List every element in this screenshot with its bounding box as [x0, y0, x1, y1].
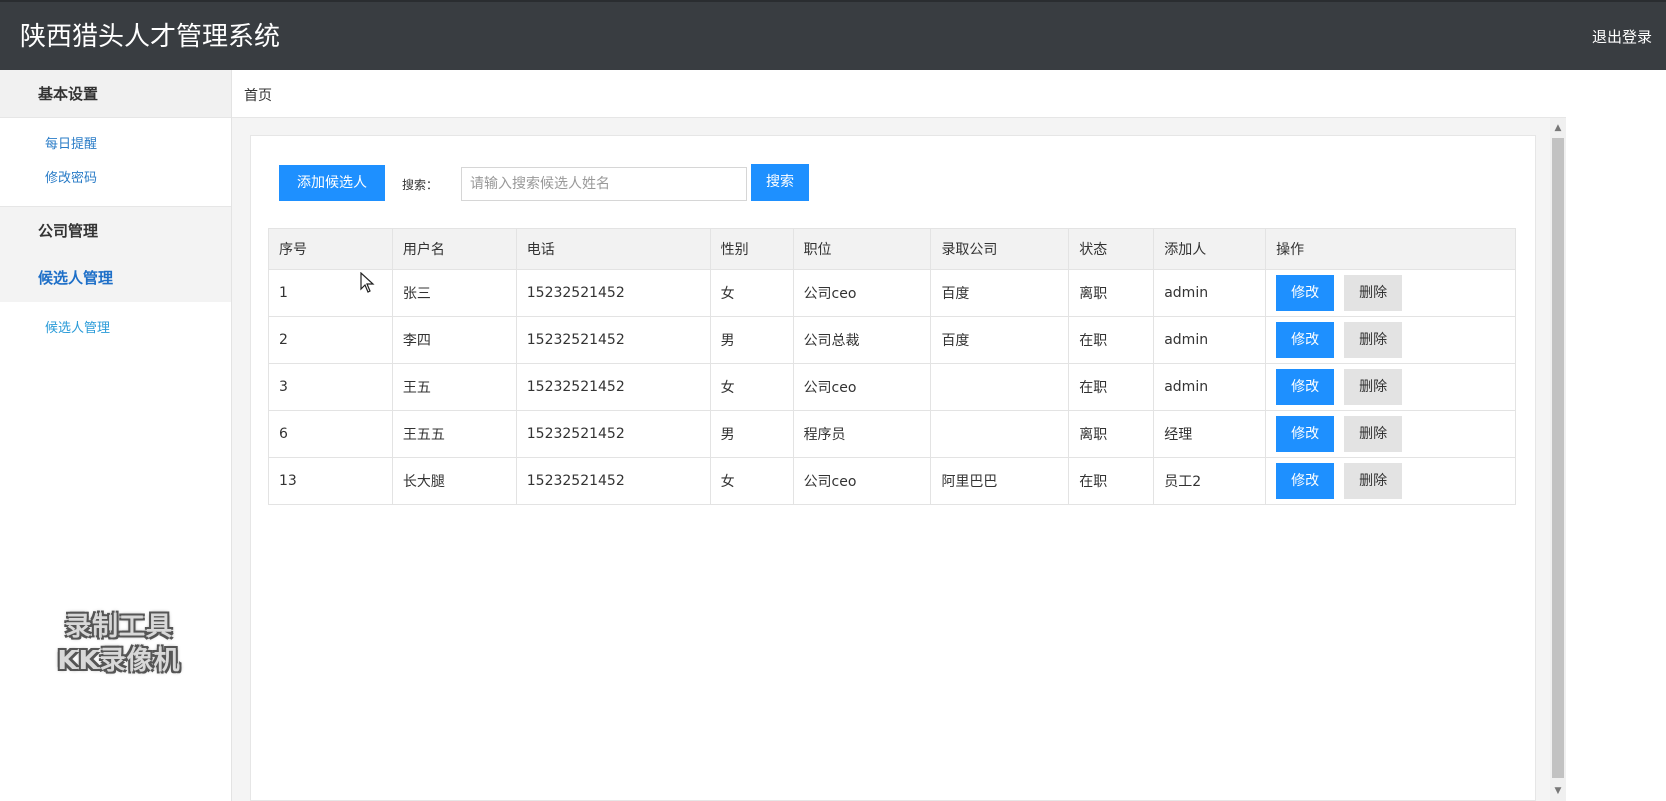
col-header-status: 状态 [1068, 228, 1155, 270]
cell-id: 6 [268, 410, 393, 458]
cell-status: 在职 [1068, 316, 1155, 364]
cell-gender: 男 [709, 410, 794, 458]
cell-username: 长大腿 [391, 457, 517, 505]
cell-actions: 修改 删除 [1265, 410, 1516, 458]
col-header-company: 录取公司 [930, 228, 1070, 270]
top-header: 陕西猎头人才管理系统 退出登录 [0, 0, 1666, 70]
cell-status: 离职 [1068, 269, 1155, 317]
sidebar-item-change-password[interactable]: 修改密码 [0, 162, 231, 196]
cell-creator: 经理 [1153, 410, 1267, 458]
cell-company: 百度 [930, 269, 1070, 317]
cell-actions: 修改 删除 [1265, 316, 1516, 364]
cell-id: 13 [268, 457, 393, 505]
delete-button[interactable]: 删除 [1344, 463, 1403, 499]
logout-link[interactable]: 退出登录 [1592, 28, 1652, 46]
cell-username: 李四 [391, 316, 517, 364]
col-header-position: 职位 [792, 228, 932, 270]
cell-position: 程序员 [792, 410, 932, 458]
sidebar-group-basic[interactable]: 基本设置 [0, 70, 231, 118]
edit-button[interactable]: 修改 [1276, 369, 1335, 405]
sidebar-candidate-items: 候选人管理 [0, 302, 231, 356]
cell-actions: 修改 删除 [1265, 363, 1516, 411]
delete-button[interactable]: 删除 [1344, 416, 1403, 452]
edit-button[interactable]: 修改 [1276, 322, 1335, 358]
sidebar-item-candidate-manage[interactable]: 候选人管理 [0, 312, 231, 346]
table-row: 1 张三 15232521452 女 公司ceo 百度 离职 admin 修改删… [268, 269, 1516, 317]
col-header-username: 用户名 [391, 228, 517, 270]
cell-creator: admin [1153, 316, 1267, 364]
sidebar: 基本设置 每日提醒 修改密码 公司管理 候选人管理 候选人管理 录制工具 KK录… [0, 70, 232, 801]
table-row: 2 李四 15232521452 男 公司总裁 百度 在职 admin 修改 删除 [268, 316, 1516, 364]
cell-phone: 15232521452 [515, 363, 711, 411]
cell-gender: 女 [709, 363, 794, 411]
candidate-table: 序号 用户名 电话 性别 职位 录取公司 状态 添加人 操作 1 张三 1523… [268, 228, 1516, 505]
cell-username: 王五五 [391, 410, 517, 458]
app-title: 陕西猎头人才管理系统 [20, 22, 281, 52]
delete-button[interactable]: 删除 [1344, 275, 1403, 311]
watermark-line-2: KK录像机 [57, 646, 181, 676]
col-header-id: 序号 [268, 228, 393, 270]
cell-status: 在职 [1068, 457, 1155, 505]
cell-creator: admin [1153, 363, 1267, 411]
scroll-down-arrow-icon[interactable]: ▼ [1550, 781, 1566, 801]
table-row: 3 王五 15232521452 女 公司ceo 在职 admin 修改 删除 [268, 363, 1516, 411]
cell-gender: 女 [709, 269, 794, 317]
delete-button[interactable]: 删除 [1344, 322, 1403, 358]
breadcrumb-home[interactable]: 首页 [244, 85, 272, 105]
watermark-line-1: 录制工具 [64, 612, 173, 642]
search-button[interactable]: 搜索 [751, 164, 809, 201]
col-header-actions: 操作 [1265, 228, 1516, 270]
breadcrumb: 首页 [232, 70, 1666, 118]
sidebar-group-candidate[interactable]: 候选人管理 [0, 254, 231, 302]
cell-position: 公司总裁 [792, 316, 932, 364]
scroll-thumb[interactable] [1552, 138, 1564, 778]
edit-button[interactable]: 修改 [1276, 463, 1335, 499]
search-input[interactable] [461, 167, 747, 201]
add-candidate-button[interactable]: 添加候选人 [279, 165, 385, 201]
cell-company [930, 410, 1070, 458]
cell-gender: 女 [709, 457, 794, 505]
table-row: 13 长大腿 15232521452 女 公司ceo 阿里巴巴 在职 员工2 修… [268, 457, 1516, 505]
cell-phone: 15232521452 [515, 316, 711, 364]
recorder-watermark: 录制工具 KK录像机 [34, 610, 204, 678]
cell-creator: 员工2 [1153, 457, 1267, 505]
cell-status: 离职 [1068, 410, 1155, 458]
sidebar-group-company[interactable]: 公司管理 [0, 206, 231, 254]
col-header-gender: 性别 [709, 228, 794, 270]
cell-gender: 男 [709, 316, 794, 364]
right-margin [1566, 70, 1666, 801]
cell-company: 阿里巴巴 [930, 457, 1070, 505]
cell-status: 在职 [1068, 363, 1155, 411]
scroll-up-arrow-icon[interactable]: ▲ [1550, 118, 1566, 138]
cell-actions: 修改 删除 [1265, 269, 1516, 317]
cell-company [930, 363, 1070, 411]
cell-id: 2 [268, 316, 393, 364]
cell-creator: admin [1153, 269, 1267, 317]
cell-position: 公司ceo [792, 363, 932, 411]
search-label: 搜索： [402, 178, 439, 192]
cell-phone: 15232521452 [515, 410, 711, 458]
edit-button[interactable]: 修改 [1276, 275, 1335, 311]
table-header-row: 序号 用户名 电话 性别 职位 录取公司 状态 添加人 操作 [268, 228, 1516, 270]
cell-username: 张三 [391, 269, 517, 317]
col-header-phone: 电话 [515, 228, 711, 270]
cell-position: 公司ceo [792, 269, 932, 317]
edit-button[interactable]: 修改 [1276, 416, 1335, 452]
cell-phone: 15232521452 [515, 457, 711, 505]
sidebar-item-daily-reminder[interactable]: 每日提醒 [0, 128, 231, 162]
delete-button[interactable]: 删除 [1344, 369, 1403, 405]
cell-actions: 修改 删除 [1265, 457, 1516, 505]
cell-id: 3 [268, 363, 393, 411]
table-row: 6 王五五 15232521452 男 程序员 离职 经理 修改 删除 [268, 410, 1516, 458]
cell-username: 王五 [391, 363, 517, 411]
col-header-creator: 添加人 [1153, 228, 1267, 270]
cell-position: 公司ceo [792, 457, 932, 505]
cell-phone: 15232521452 [515, 269, 711, 317]
vertical-scrollbar[interactable]: ▲ ▼ [1550, 118, 1566, 801]
cell-company: 百度 [930, 316, 1070, 364]
sidebar-basic-items: 每日提醒 修改密码 [0, 118, 231, 206]
